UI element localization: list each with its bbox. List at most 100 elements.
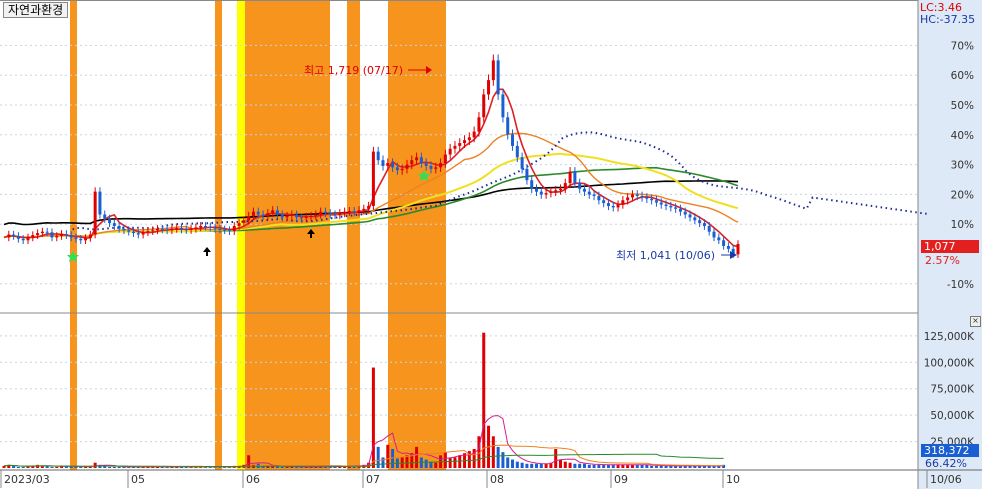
candle-body [640,195,644,198]
candle-body [314,214,318,216]
candle-body [443,154,447,164]
candle-body [60,233,64,236]
volume-tick-label: 100,000K [924,357,975,369]
candle-body [381,160,385,166]
volume-bar [621,464,625,468]
candle-body [218,228,222,230]
candle-body [132,231,136,234]
date-tick-label: 06 [246,473,260,486]
volume-tick-label: 50,000K [930,410,975,422]
candle-body [558,188,562,191]
candle-body [511,134,515,146]
volume-bar [12,465,16,468]
current-pct-label: 2.57% [925,254,960,267]
candle-body [688,214,692,218]
volume-bar [424,459,428,468]
volume-bar [539,463,543,468]
volume-bar [21,466,25,468]
candle-body [242,220,246,224]
candle-body [453,145,457,149]
candle-body [645,197,649,199]
close-panel-button[interactable]: × [970,316,981,327]
volume-bar [117,466,121,468]
candle-body [319,211,323,215]
candle-body [165,229,169,231]
candle-body [343,211,347,214]
volume-bar [563,461,567,468]
candle-body [271,210,275,214]
volume-bar [443,452,447,468]
candle-body [448,148,452,155]
candle-body [223,229,227,231]
candle-body [573,171,577,184]
candle-body [141,232,145,235]
volume-bar [626,464,630,468]
candle-body [707,225,711,232]
volume-bar [597,464,601,468]
candle-body [227,230,231,232]
candle-body [674,207,678,209]
pct-tick-label: 40% [951,130,974,142]
volume-bar [506,457,510,468]
candle-body [160,228,164,230]
candle-body [261,214,265,216]
candle-body [251,211,255,216]
pct-tick-label: 10% [951,219,974,231]
date-tick-label: 09 [614,473,628,486]
candle-body [463,140,467,144]
candle-body [237,223,241,226]
candle-body [40,231,44,234]
volume-bar [448,457,452,468]
candle-body [36,233,40,236]
volume-bar [568,462,572,468]
date-tick-label: 10/06 [930,473,962,486]
candle-body [208,226,212,228]
candle-body [635,194,639,196]
candle-body [410,160,414,165]
candle-body [391,163,395,168]
candle-body [108,218,112,224]
candle-body [539,191,543,195]
candle-body [194,227,198,229]
date-tick-label: 05 [131,473,145,486]
volume-bar [606,464,610,468]
stock-name-label[interactable]: 자연과환경 [3,2,69,18]
high-annotation: 최고 1,719 (07/17) [304,64,403,77]
current-volume-tag: 318,372 [921,444,979,457]
candle-body [400,168,404,171]
candle-body [693,217,697,221]
pct-tick-label: 20% [951,189,974,201]
volume-bar [530,463,534,468]
volume-bar [640,464,644,468]
candle-body [669,205,673,208]
candle-body [386,163,390,166]
candle-body [151,230,155,232]
candle-body [717,237,721,241]
candle-body [659,202,663,205]
candle-body [180,227,184,230]
volume-bars [2,332,726,468]
candle-body [93,191,97,235]
candle-body [515,145,519,158]
volume-bar [573,463,577,468]
candle-body [189,228,193,230]
candle-body [702,223,706,226]
candle-body [506,117,510,135]
stock-chart[interactable]: 70% 60% 50% 40% 30% 20% 10% -10% 125,000K 100,00… [0,0,982,489]
volume-bar [69,466,73,468]
highlight-band [237,0,245,470]
candle-body [31,235,35,238]
volume-bar [108,466,112,468]
volume-bar [558,459,562,468]
volume-ma-20 [3,444,724,468]
candle-body [275,210,279,215]
candle-body [136,233,140,235]
volume-bar [290,466,294,468]
candle-body [554,190,558,192]
candle-body [587,191,591,195]
candle-body [664,204,668,206]
candle-body [295,214,299,218]
volume-bar [371,367,375,468]
candle-body [525,168,529,181]
candle-body [285,215,289,218]
